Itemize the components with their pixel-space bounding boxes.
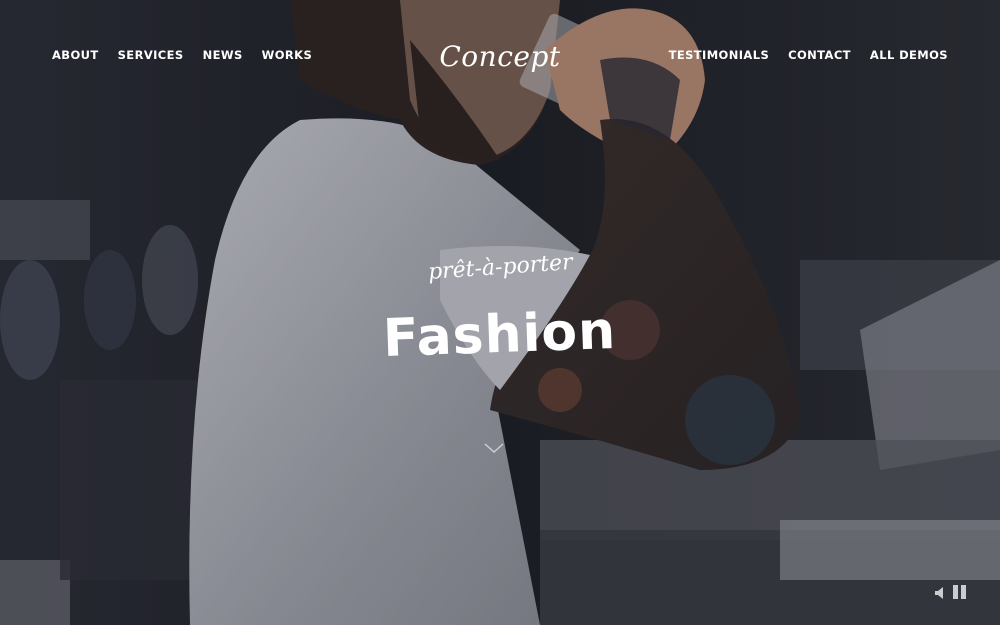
hero-tagline-text: prêt-à-porter <box>426 249 574 286</box>
video-controls <box>935 585 967 604</box>
nav-right-menu: TESTIMONIALS CONTACT ALL DEMOS <box>650 47 948 63</box>
volume-icon[interactable] <box>935 586 945 604</box>
nav-link-contact[interactable]: CONTACT <box>788 47 851 63</box>
site-logo-text: Concept <box>439 40 561 73</box>
top-navigation: ABOUT SERVICES NEWS WORKS Concept TESTIM… <box>0 0 1000 110</box>
nav-link-testimonials[interactable]: TESTIMONIALS <box>669 47 770 63</box>
hero-section: ABOUT SERVICES NEWS WORKS Concept TESTIM… <box>0 0 1000 625</box>
pause-icon[interactable] <box>953 585 967 604</box>
chevron-down-icon[interactable] <box>483 440 505 456</box>
hero-tagline: prêt-à-porter <box>0 250 1000 285</box>
hero-headline-text: Fashion <box>382 300 618 370</box>
nav-link-all-demos[interactable]: ALL DEMOS <box>870 47 948 63</box>
hero-headline: Fashion <box>0 301 1000 369</box>
